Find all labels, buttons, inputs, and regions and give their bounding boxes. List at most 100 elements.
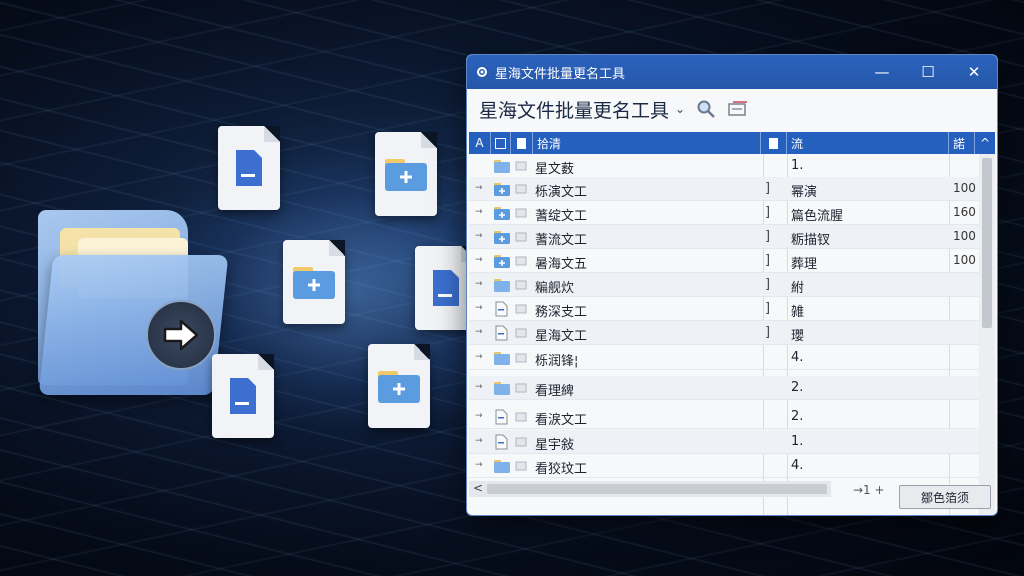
- row-count: 160: [953, 205, 976, 219]
- folder-icon: [493, 158, 511, 174]
- expand-icon[interactable]: →: [475, 303, 483, 313]
- row-type-icon: [515, 279, 529, 291]
- app-heading: 星海文件批量更名工具: [479, 99, 670, 122]
- row-count: 100: [953, 253, 976, 267]
- column-header-label: A: [475, 136, 484, 150]
- table-row[interactable]: → 栎演文工] 幂演 100: [469, 177, 979, 201]
- vertical-scrollbar[interactable]: ⌄: [979, 154, 995, 515]
- table-row[interactable]: → 看狡玟工 4.: [469, 454, 979, 478]
- folder-plus-icon: [368, 344, 430, 428]
- file-name: 看涙文工: [535, 413, 588, 428]
- file-name: 星海文工: [535, 329, 588, 344]
- row-type-icon: [515, 436, 529, 448]
- window-title: 星海文件批量更名工具: [495, 66, 626, 82]
- new-name: 4.: [791, 350, 804, 365]
- row-type-icon: [515, 207, 529, 219]
- document-icon: [493, 301, 511, 317]
- folder-plus-icon: [493, 205, 511, 221]
- column-header-value[interactable]: 流: [787, 132, 949, 154]
- folder-plus-icon: [283, 240, 345, 324]
- folder-plus-icon: [493, 181, 511, 197]
- table-row[interactable]: 星文薮 1.: [469, 154, 979, 178]
- file-name: 務深支工: [535, 305, 588, 320]
- expand-icon[interactable]: →: [475, 382, 483, 392]
- new-name: 2.: [791, 380, 804, 395]
- file-name: 蓍绽文工: [535, 209, 588, 224]
- new-name: 雑: [791, 305, 805, 320]
- folder-icon: [493, 458, 511, 474]
- new-name: 粝描钗: [791, 233, 831, 248]
- pager-indicator: →1 +: [853, 483, 885, 497]
- expand-icon[interactable]: →: [475, 436, 483, 446]
- rename-tool-icon[interactable]: [727, 98, 749, 120]
- new-name: 紨: [791, 281, 805, 296]
- row-separator: ]: [765, 229, 771, 244]
- maximize-button[interactable]: ☐: [905, 55, 951, 89]
- column-header-label: 流: [791, 136, 804, 151]
- expand-icon[interactable]: →: [475, 231, 483, 241]
- apply-button[interactable]: 鄒色箔须: [899, 485, 991, 509]
- expand-icon[interactable]: →: [475, 460, 483, 470]
- row-type-icon: [515, 231, 529, 243]
- toolbar: 星海文件批量更名工具 ⌄: [467, 89, 997, 129]
- expand-icon[interactable]: →: [475, 183, 483, 193]
- table-row[interactable]: → 星海文工] 瓔: [469, 321, 979, 345]
- file-name: 暑海文五: [535, 257, 588, 272]
- minimize-button[interactable]: —: [859, 55, 905, 89]
- column-header-count[interactable]: 諾: [949, 132, 975, 154]
- folder-plus-icon: [375, 132, 437, 216]
- row-type-icon: [515, 303, 529, 315]
- column-header-type[interactable]: [511, 132, 533, 154]
- document-icon: [493, 325, 511, 341]
- file-name: 糄舰炊: [535, 281, 575, 296]
- source-folder-illustration: [38, 210, 229, 400]
- row-separator: ]: [765, 325, 771, 340]
- folder-icon: [493, 277, 511, 293]
- horizontal-scrollbar[interactable]: <: [469, 481, 831, 497]
- row-type-icon: [515, 411, 529, 423]
- table-row[interactable]: → 星宇敍 1.: [469, 430, 979, 454]
- table-header: A 拾清 流 諾 ^: [469, 132, 995, 154]
- expand-icon[interactable]: →: [475, 411, 483, 421]
- scroll-left-button[interactable]: <: [473, 481, 483, 495]
- column-header-checkbox[interactable]: [491, 132, 511, 154]
- row-separator: ]: [765, 253, 771, 268]
- new-name: 2.: [791, 409, 804, 424]
- folder-icon: [493, 350, 511, 366]
- checkbox-icon: [495, 137, 506, 149]
- scroll-up-button[interactable]: ^: [975, 132, 995, 154]
- new-name: 瓔: [791, 329, 805, 344]
- table-row[interactable]: → 看涙文工 2.: [469, 405, 979, 429]
- row-separator: ]: [765, 277, 771, 292]
- scrollbar-thumb[interactable]: [982, 158, 992, 328]
- expand-icon[interactable]: →: [475, 255, 483, 265]
- table-row[interactable]: → 蓍绽文工] 篇色流腥 160: [469, 201, 979, 225]
- table-row[interactable]: → 看理綼 2.: [469, 376, 979, 400]
- folder-icon: [493, 380, 511, 396]
- expand-icon[interactable]: →: [475, 352, 483, 362]
- table-row[interactable]: → 栎润锋¦ 4.: [469, 346, 979, 370]
- column-header-label: 拾清: [537, 136, 562, 151]
- search-icon[interactable]: [695, 98, 717, 120]
- expand-icon[interactable]: →: [475, 327, 483, 337]
- row-type-icon: [515, 183, 529, 195]
- app-gear-icon: [475, 65, 489, 79]
- column-header-sep[interactable]: [761, 132, 787, 154]
- file-name: 蓍流文工: [535, 233, 588, 248]
- scrollbar-thumb[interactable]: [487, 484, 827, 494]
- chevron-down-icon[interactable]: ⌄: [675, 102, 685, 116]
- document-icon: [493, 409, 511, 425]
- column-header-name[interactable]: 拾清: [533, 132, 761, 154]
- arrow-right-icon: [146, 300, 216, 370]
- table-row[interactable]: → 蓍流文工] 粝描钗 100: [469, 225, 979, 249]
- file-name: 栎润锋¦: [535, 354, 579, 369]
- close-button[interactable]: ✕: [951, 55, 997, 89]
- table-row[interactable]: → 糄舰炊] 紨: [469, 273, 979, 297]
- expand-icon[interactable]: →: [475, 279, 483, 289]
- new-name: 葬理: [791, 257, 818, 272]
- table-row[interactable]: → 暑海文五] 葬理 100: [469, 249, 979, 273]
- column-header-a[interactable]: A: [469, 132, 491, 154]
- title-bar[interactable]: 星海文件批量更名工具 — ☐ ✕: [467, 55, 997, 89]
- table-row[interactable]: → 務深支工] 雑: [469, 297, 979, 321]
- expand-icon[interactable]: →: [475, 207, 483, 217]
